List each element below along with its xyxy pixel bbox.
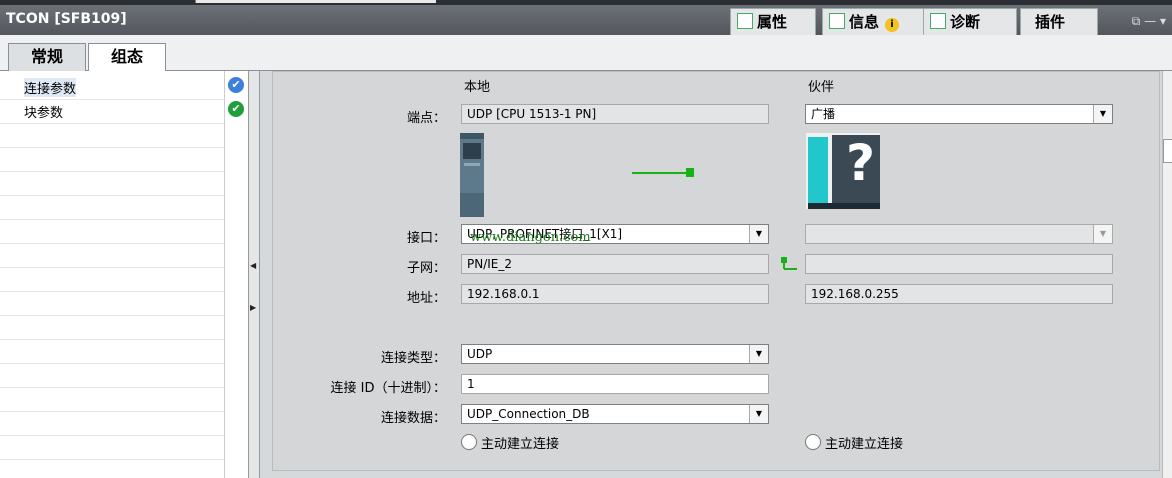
- chevron-down-icon[interactable]: ▼: [1093, 105, 1112, 123]
- nav-empty-row: [0, 147, 224, 172]
- panel-splitter[interactable]: ◀ ▶: [248, 71, 260, 478]
- chevron-down-icon[interactable]: ▼: [749, 225, 768, 243]
- scrollbar-thumb[interactable]: [1163, 139, 1172, 163]
- tab-general[interactable]: 常规: [8, 43, 86, 71]
- nav-empty-row: [0, 243, 224, 268]
- partner-address-field: 192.168.0.255: [805, 284, 1113, 304]
- tab-info[interactable]: 信息 i: [822, 8, 924, 36]
- check-green-icon: ✔: [228, 101, 244, 117]
- tab-diagnostics[interactable]: 诊断: [924, 8, 1017, 36]
- conn-data-label: 连接数据：: [380, 411, 446, 426]
- conn-data-dropdown[interactable]: UDP_Connection_DB ▼: [461, 404, 769, 424]
- partner-interface-dropdown[interactable]: ▼: [805, 224, 1113, 244]
- chevron-down-icon[interactable]: ▼: [1093, 225, 1112, 243]
- tab-configuration[interactable]: 组态: [88, 43, 166, 72]
- radio-circle-icon[interactable]: [805, 434, 821, 450]
- radio-circle-icon[interactable]: [461, 434, 477, 450]
- vertical-scrollbar[interactable]: [1162, 71, 1172, 478]
- tab-properties[interactable]: 属性: [730, 8, 816, 36]
- inspector-titlebar: TCON [SFB109] 属性 信息 i 诊断 插件 ⧉ — ▾: [0, 5, 1172, 36]
- window-title: TCON [SFB109]: [6, 11, 127, 27]
- info-badge-icon: i: [885, 18, 900, 32]
- nav-empty-row: [0, 387, 224, 412]
- subtab-bar: 常规 组态: [0, 35, 1172, 72]
- local-address-field: 192.168.0.1: [461, 284, 769, 304]
- local-active-connect-radio[interactable]: 主动建立连接: [461, 433, 559, 452]
- nav-empty-row: [0, 123, 224, 148]
- config-nav: 连接参数 块参数: [0, 71, 224, 478]
- status-gutter: ✔ ✔: [224, 71, 249, 478]
- partner-endpoint-dropdown[interactable]: 广播 ▼: [805, 104, 1113, 124]
- check-blue-icon: ✔: [228, 77, 244, 93]
- chevron-down-icon[interactable]: ▼: [749, 405, 768, 423]
- conn-type-dropdown[interactable]: UDP ▼: [461, 344, 769, 364]
- local-header: 本地: [464, 80, 491, 95]
- nav-empty-row: [0, 339, 224, 364]
- partner-active-connect-radio[interactable]: 主动建立连接: [805, 433, 903, 452]
- endpoint-label: 端点：: [406, 111, 446, 126]
- nav-empty-row: [0, 411, 224, 436]
- properties-icon: [737, 13, 753, 29]
- nav-empty-row: [0, 435, 224, 460]
- nav-empty-row: [0, 267, 224, 292]
- nav-empty-row: [0, 363, 224, 388]
- partner-subnet-field: [805, 254, 1113, 274]
- partner-header: 伙伴: [808, 80, 835, 95]
- diagnostics-icon: [930, 13, 946, 29]
- nav-item-connection-params[interactable]: 连接参数: [0, 75, 224, 100]
- tab-plugins[interactable]: 插件: [1020, 8, 1098, 35]
- chevron-down-icon[interactable]: ▼: [749, 345, 768, 363]
- nav-empty-row: [0, 219, 224, 244]
- nav-empty-row: [0, 171, 224, 196]
- nav-empty-row: [0, 315, 224, 340]
- subnet-link-icon: [781, 257, 797, 270]
- subnet-label: 子网：: [406, 261, 446, 276]
- conn-type-label: 连接类型：: [380, 351, 446, 366]
- nav-empty-row: [0, 195, 224, 220]
- local-subnet-field: PN/IE_2: [461, 254, 769, 274]
- info-list-icon: [829, 13, 845, 29]
- window-controls[interactable]: ⧉ — ▾: [1132, 14, 1166, 29]
- watermark-text: www.diangon.com: [470, 230, 591, 245]
- interface-label: 接口：: [406, 231, 446, 246]
- unknown-device-glyph: ?: [846, 134, 876, 192]
- address-label: 地址：: [406, 291, 446, 306]
- ethernet-link-icon: [632, 168, 694, 177]
- nav-empty-row: [0, 291, 224, 316]
- collapse-left-icon[interactable]: ◀: [250, 261, 256, 270]
- editor-tab[interactable]: [195, 0, 436, 3]
- conn-id-input[interactable]: 1: [461, 374, 769, 394]
- expand-right-icon[interactable]: ▶: [250, 303, 256, 312]
- local-endpoint-field: UDP [CPU 1513-1 PN]: [461, 104, 769, 124]
- nav-item-block-params[interactable]: 块参数: [0, 99, 224, 124]
- cpu-module-icon: [460, 133, 484, 217]
- conn-id-label: 连接 ID（十进制）：: [330, 381, 446, 396]
